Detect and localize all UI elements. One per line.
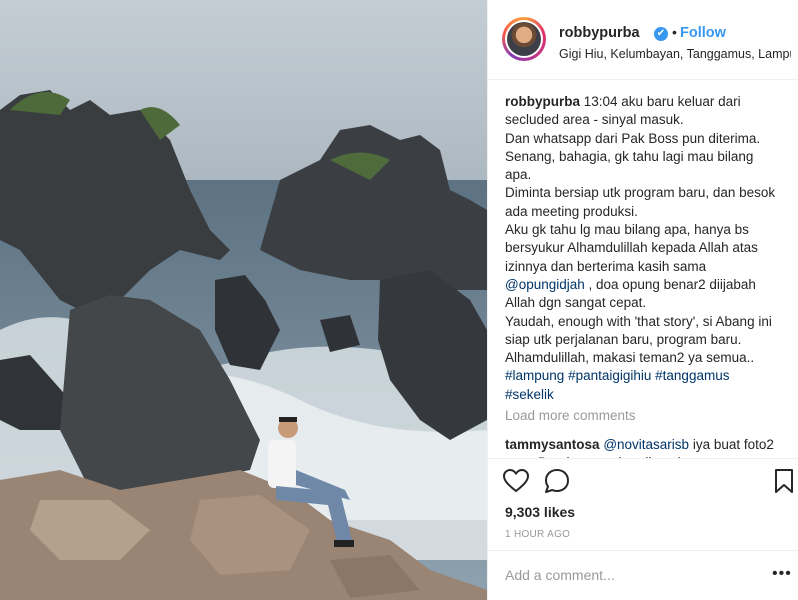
hashtag-link[interactable]: #tanggamus [655,368,729,383]
add-comment-bar: Add a comment... ••• [488,550,798,600]
comments-section: robbypurba 13:04 aku baru keluar dari se… [488,80,798,458]
username-link[interactable]: robbypurba [559,25,640,41]
add-comment-input[interactable]: Add a comment... [505,567,615,583]
caption-text: 13:04 aku baru keluar dari secluded area… [505,94,776,274]
caption-username[interactable]: robbypurba [505,94,580,109]
post-timestamp[interactable]: 1 HOUR AGO [505,529,570,540]
post-photo-illustration [0,0,487,600]
post-actions: 9,303 likes 1 HOUR AGO [488,458,798,558]
post-side-panel: robbypurba ✔ • Follow Gigi Hiu, Kelumbay… [487,0,798,600]
hashtag-link[interactable]: #sekelik [505,387,554,402]
post-photo[interactable] [0,0,487,600]
separator-dot: • [672,24,677,40]
hashtag-link[interactable]: #lampung [505,368,564,383]
comment-text-clip: tammysantosa @novitasarisb iya buat foto… [505,436,780,458]
mention-link[interactable]: @opungidjah [505,277,585,292]
avatar-photo [507,22,541,56]
avatar[interactable] [502,17,546,61]
location-link[interactable]: Gigi Hiu, Kelumbayan, Tanggamus, Lampung [559,47,791,61]
heart-icon[interactable] [502,467,530,495]
caption: robbypurba 13:04 aku baru keluar dari se… [505,93,780,404]
more-options-icon[interactable]: ••• [772,565,792,583]
avatar-image [505,20,543,58]
comment-item: tammysantosa @novitasarisb iya buat foto… [505,436,780,458]
comment-icon[interactable] [543,467,571,495]
post-header: robbypurba ✔ • Follow Gigi Hiu, Kelumbay… [488,0,798,80]
bookmark-icon[interactable] [770,467,798,495]
hashtag-link[interactable]: #pantaigigihiu [568,368,651,383]
verified-badge-icon: ✔ [654,27,668,41]
likes-count[interactable]: 9,303 likes [505,504,575,520]
comment-username[interactable]: tammysantosa [505,437,600,452]
follow-button[interactable]: Follow [680,25,726,41]
comment-mention-link[interactable]: @novitasarisb [603,437,689,452]
load-more-comments-button[interactable]: Load more comments [505,408,636,423]
